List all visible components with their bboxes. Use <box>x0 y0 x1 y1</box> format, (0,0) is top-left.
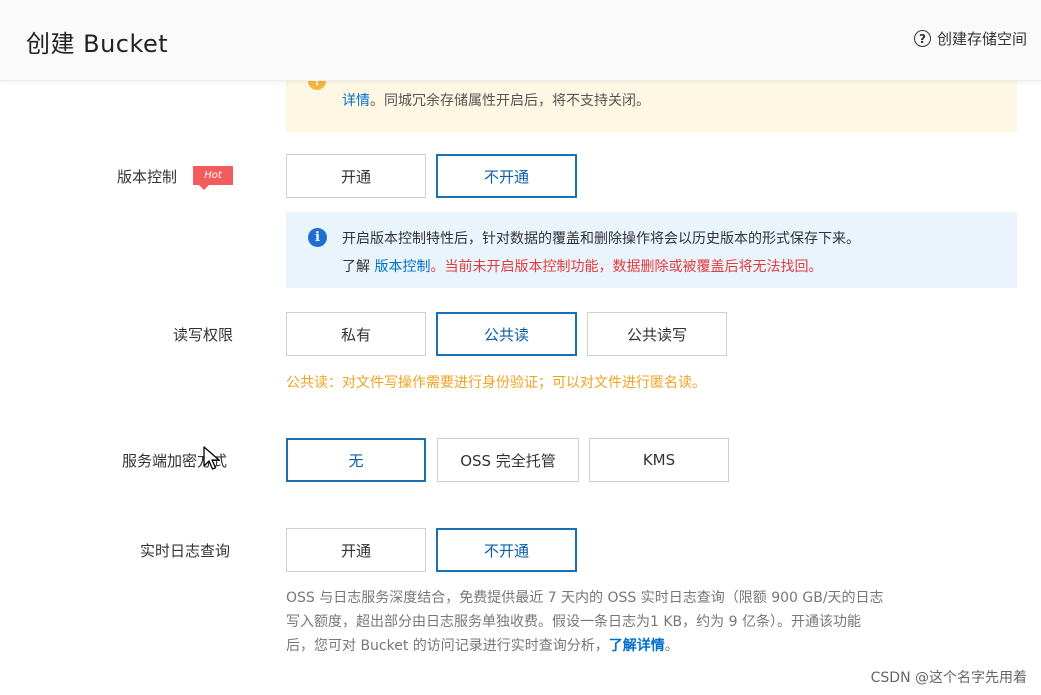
versioning-info-notice: i 开启版本控制特性后，针对数据的覆盖和删除操作将会以历史版本的形式保存下来。 … <box>286 212 1017 288</box>
create-bucket-help-link[interactable]: ? 创建存储空间 <box>913 28 1027 49</box>
versioning-info-line2: 了解 版本控制。当前未开启版本控制功能，数据删除或被覆盖后将无法找回。 <box>342 256 822 276</box>
realtime-log-label: 实时日志查询 <box>140 542 231 560</box>
realtime-log-desc-line1: OSS 与日志服务深度结合，免费提供最近 7 天内的 OSS 实时日志查询（限额… <box>286 590 884 606</box>
watermark: CSDN @这个名字先用着 <box>870 670 1027 686</box>
acl-option-public-read[interactable]: 公共读 <box>436 312 577 356</box>
realtime-log-desc-line2: 写入额度，超出部分由日志服务单独收费。假设一条日志为1 KB，约为 9 亿条）。… <box>286 614 861 630</box>
versioning-option-enable[interactable]: 开通 <box>286 154 426 198</box>
realtime-log-desc-end: 。 <box>664 638 679 654</box>
versioning-label: 版本控制 <box>117 168 178 186</box>
encryption-option-oss-managed[interactable]: OSS 完全托管 <box>437 438 579 482</box>
mouse-cursor-icon <box>203 446 220 470</box>
acl-option-public-read-write[interactable]: 公共读写 <box>587 312 727 356</box>
realtime-log-option-enable[interactable]: 开通 <box>286 528 426 572</box>
acl-label: 读写权限 <box>173 326 234 344</box>
realtime-log-learn-more-link[interactable]: 了解详情 <box>609 638 665 654</box>
question-circle-icon: ? <box>913 30 931 47</box>
realtime-log-desc-text: 后，您可对 Bucket 的访问记录进行实时查询分析， <box>286 638 609 654</box>
acl-option-private[interactable]: 私有 <box>286 312 426 356</box>
acl-hint: 公共读：对文件写操作需要进行身份验证；可以对文件进行匿名读。 <box>286 375 706 391</box>
page-title: 创建 Bucket <box>26 30 169 58</box>
encryption-option-kms[interactable]: KMS <box>589 438 729 482</box>
page-header: 创建 Bucket ? 创建存储空间 <box>0 0 1041 81</box>
realtime-log-description: OSS 与日志服务深度结合，免费提供最近 7 天内的 OSS 实时日志查询（限额… <box>286 586 1016 658</box>
versioning-info-prefix: 了解 <box>342 259 370 275</box>
versioning-option-disable[interactable]: 不开通 <box>436 154 577 198</box>
versioning-doc-link[interactable]: 版本控制 <box>374 259 430 275</box>
realtime-log-option-disable[interactable]: 不开通 <box>436 528 577 572</box>
hot-badge: Hot <box>193 166 233 190</box>
help-link-label: 创建存储空间 <box>936 30 1027 48</box>
warning-text: 。同城冗余存储属性开启后，将不支持关闭。 <box>370 93 650 109</box>
realtime-log-desc-line3: 后，您可对 Bucket 的访问记录进行实时查询分析，了解详情。 <box>286 634 1016 658</box>
info-icon: i <box>308 228 327 247</box>
warning-detail-link[interactable]: 详情 <box>342 93 370 109</box>
versioning-warning-text: 。当前未开启版本控制功能，数据删除或被覆盖后将无法找回。 <box>430 259 823 275</box>
encryption-option-none[interactable]: 无 <box>286 438 426 482</box>
versioning-info-text: 开启版本控制特性后，针对数据的覆盖和删除操作将会以历史版本的形式保存下来。 <box>342 231 860 247</box>
